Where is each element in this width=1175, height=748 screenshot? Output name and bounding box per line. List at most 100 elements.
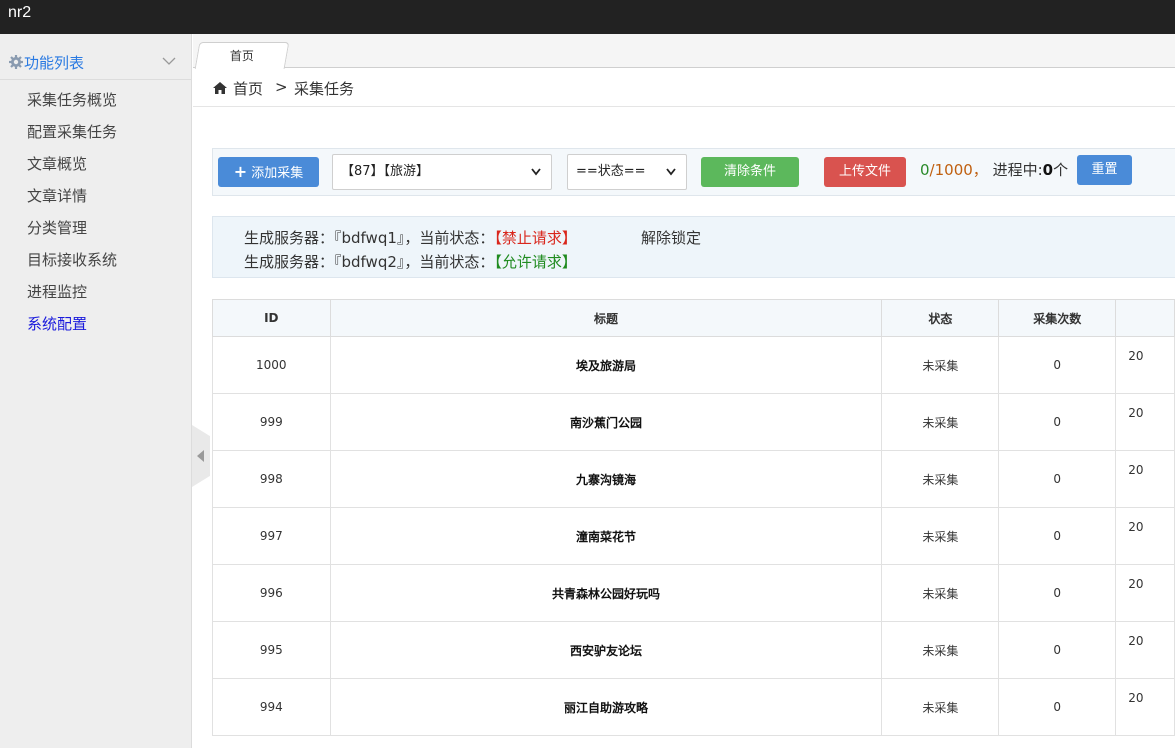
sidebar: 功能列表 采集任务概览 配置采集任务 文章概览 文章详情 分类管理 目标接收系统… bbox=[0, 34, 192, 748]
cell-status: 未采集 bbox=[881, 393, 1000, 451]
cell-id: 994 bbox=[212, 678, 331, 736]
chevron-left-icon bbox=[197, 450, 204, 462]
sidebar-item-system-config[interactable]: 系统配置 bbox=[0, 310, 192, 342]
cell-date: 20 bbox=[1115, 336, 1175, 394]
column-header-title[interactable]: 标题 bbox=[329, 299, 883, 337]
sidebar-item-task-overview[interactable]: 采集任务概览 bbox=[0, 86, 192, 118]
tab-bar: 首页 bbox=[193, 34, 1175, 69]
add-task-label: 添加采集 bbox=[251, 166, 304, 181]
cell-title: 埃及旅游局 bbox=[329, 336, 883, 394]
sidebar-item-process-monitor[interactable]: 进程监控 bbox=[0, 278, 192, 310]
progress-readout: 0/1000， 进程中:0个 bbox=[920, 159, 1068, 180]
chevron-down-icon[interactable] bbox=[162, 56, 176, 66]
cell-date: 20 bbox=[1115, 507, 1175, 565]
cell-title: 西安驴友论坛 bbox=[329, 621, 883, 679]
server-label: 生成服务器：『bdfwq1』，当前状态： bbox=[244, 229, 495, 247]
clear-filters-button[interactable]: 清除条件 bbox=[701, 157, 799, 187]
chevron-down-icon bbox=[666, 168, 676, 176]
cell-status: 未采集 bbox=[881, 564, 1000, 622]
server-status-row: 生成服务器：『bdfwq2』，当前状态：【允许请求】 bbox=[244, 251, 577, 272]
column-header-id[interactable]: ID bbox=[212, 299, 331, 337]
top-bar: nr2 bbox=[0, 0, 1175, 34]
cell-count: 0 bbox=[998, 678, 1117, 736]
running-label: 进程中: bbox=[992, 161, 1043, 179]
server-label: 生成服务器：『bdfwq2』，当前状态： bbox=[244, 253, 495, 271]
running-unit: 个 bbox=[1053, 161, 1069, 179]
sidebar-item-config-task[interactable]: 配置采集任务 bbox=[0, 118, 192, 150]
column-header-date[interactable] bbox=[1115, 299, 1175, 337]
cell-title: 共青森林公园好玩吗 bbox=[329, 564, 883, 622]
app-title: nr2 bbox=[8, 4, 32, 21]
table-row[interactable]: 1000 埃及旅游局 未采集 0 20 bbox=[212, 336, 1175, 394]
cell-count: 0 bbox=[998, 450, 1117, 508]
cell-id: 998 bbox=[212, 450, 331, 508]
cell-status: 未采集 bbox=[881, 450, 1000, 508]
cell-status: 未采集 bbox=[881, 678, 1000, 736]
cell-date: 20 bbox=[1115, 450, 1175, 508]
plus-icon: + bbox=[233, 162, 248, 181]
cell-id: 997 bbox=[212, 507, 331, 565]
cell-count: 0 bbox=[998, 621, 1117, 679]
server-status-row: 生成服务器：『bdfwq1』，当前状态：【禁止请求】 bbox=[244, 227, 577, 248]
table-row[interactable]: 999 南沙蕉门公园 未采集 0 20 bbox=[212, 393, 1175, 451]
progress-sep: ， bbox=[972, 161, 988, 179]
status-select[interactable]: ==状态== bbox=[567, 154, 687, 190]
reset-button[interactable]: 重置 bbox=[1077, 155, 1132, 185]
column-header-status[interactable]: 状态 bbox=[881, 299, 1000, 337]
progress-total: /1000 bbox=[929, 161, 973, 179]
unlock-link[interactable]: 解除锁定 bbox=[641, 227, 701, 248]
table-header-row: ID 标题 状态 采集次数 bbox=[212, 299, 1175, 337]
status-select-value: ==状态== bbox=[576, 164, 646, 179]
home-icon bbox=[213, 82, 227, 94]
cell-id: 996 bbox=[212, 564, 331, 622]
tab-home-label: 首页 bbox=[229, 49, 254, 63]
cell-id: 1000 bbox=[212, 336, 331, 394]
sidebar-item-article-overview[interactable]: 文章概览 bbox=[0, 150, 192, 182]
server-status-panel: 生成服务器：『bdfwq1』，当前状态：【禁止请求】 解除锁定 生成服务器：『b… bbox=[212, 216, 1175, 278]
cell-date: 20 bbox=[1115, 678, 1175, 736]
status-badge: 【允许请求】 bbox=[494, 253, 577, 271]
cell-id: 995 bbox=[212, 621, 331, 679]
sidebar-item-article-detail[interactable]: 文章详情 bbox=[0, 182, 192, 214]
breadcrumb-separator: > bbox=[275, 78, 288, 96]
table-row[interactable]: 994 丽江自助游攻略 未采集 0 20 bbox=[212, 678, 1175, 736]
cell-status: 未采集 bbox=[881, 336, 1000, 394]
cell-date: 20 bbox=[1115, 564, 1175, 622]
upload-file-button[interactable]: 上传文件 bbox=[824, 157, 906, 187]
category-select-value: 【87】【旅游】 bbox=[341, 164, 430, 179]
tab-home[interactable]: 首页 bbox=[194, 42, 290, 69]
cell-count: 0 bbox=[998, 393, 1117, 451]
cell-title: 南沙蕉门公园 bbox=[329, 393, 883, 451]
cell-count: 0 bbox=[998, 336, 1117, 394]
cell-status: 未采集 bbox=[881, 507, 1000, 565]
sidebar-item-target-system[interactable]: 目标接收系统 bbox=[0, 246, 192, 278]
category-select[interactable]: 【87】【旅游】 bbox=[332, 154, 552, 190]
cell-date: 20 bbox=[1115, 621, 1175, 679]
sidebar-header[interactable]: 功能列表 bbox=[0, 46, 192, 80]
table-row[interactable]: 995 西安驴友论坛 未采集 0 20 bbox=[212, 621, 1175, 679]
toolbar: + 添加采集 【87】【旅游】 ==状态== 清除条件 上传文件 0/1000， … bbox=[212, 148, 1175, 196]
breadcrumb-current: 采集任务 bbox=[294, 80, 355, 98]
cell-id: 999 bbox=[212, 393, 331, 451]
chevron-down-icon bbox=[531, 168, 541, 176]
cell-date: 20 bbox=[1115, 393, 1175, 451]
cell-count: 0 bbox=[998, 507, 1117, 565]
breadcrumb-home[interactable]: 首页 bbox=[233, 78, 263, 99]
gear-icon bbox=[9, 55, 23, 69]
add-task-button[interactable]: + 添加采集 bbox=[218, 157, 319, 187]
cell-status: 未采集 bbox=[881, 621, 1000, 679]
sidebar-collapse-handle[interactable] bbox=[192, 425, 210, 487]
sidebar-header-label: 功能列表 bbox=[24, 54, 85, 72]
table-row[interactable]: 996 共青森林公园好玩吗 未采集 0 20 bbox=[212, 564, 1175, 622]
breadcrumb: 首页 > 采集任务 bbox=[193, 69, 1175, 107]
cell-count: 0 bbox=[998, 564, 1117, 622]
cell-title: 九寨沟镜海 bbox=[329, 450, 883, 508]
table-row[interactable]: 998 九寨沟镜海 未采集 0 20 bbox=[212, 450, 1175, 508]
status-badge: 【禁止请求】 bbox=[494, 229, 577, 247]
cell-title: 丽江自助游攻略 bbox=[329, 678, 883, 736]
table-row[interactable]: 997 潼南菜花节 未采集 0 20 bbox=[212, 507, 1175, 565]
column-header-count[interactable]: 采集次数 bbox=[998, 299, 1117, 337]
cell-title: 潼南菜花节 bbox=[329, 507, 883, 565]
sidebar-item-category[interactable]: 分类管理 bbox=[0, 214, 192, 246]
task-table: ID 标题 状态 采集次数 1000 埃及旅游局 未采集 0 20 999 南沙… bbox=[212, 299, 1175, 736]
